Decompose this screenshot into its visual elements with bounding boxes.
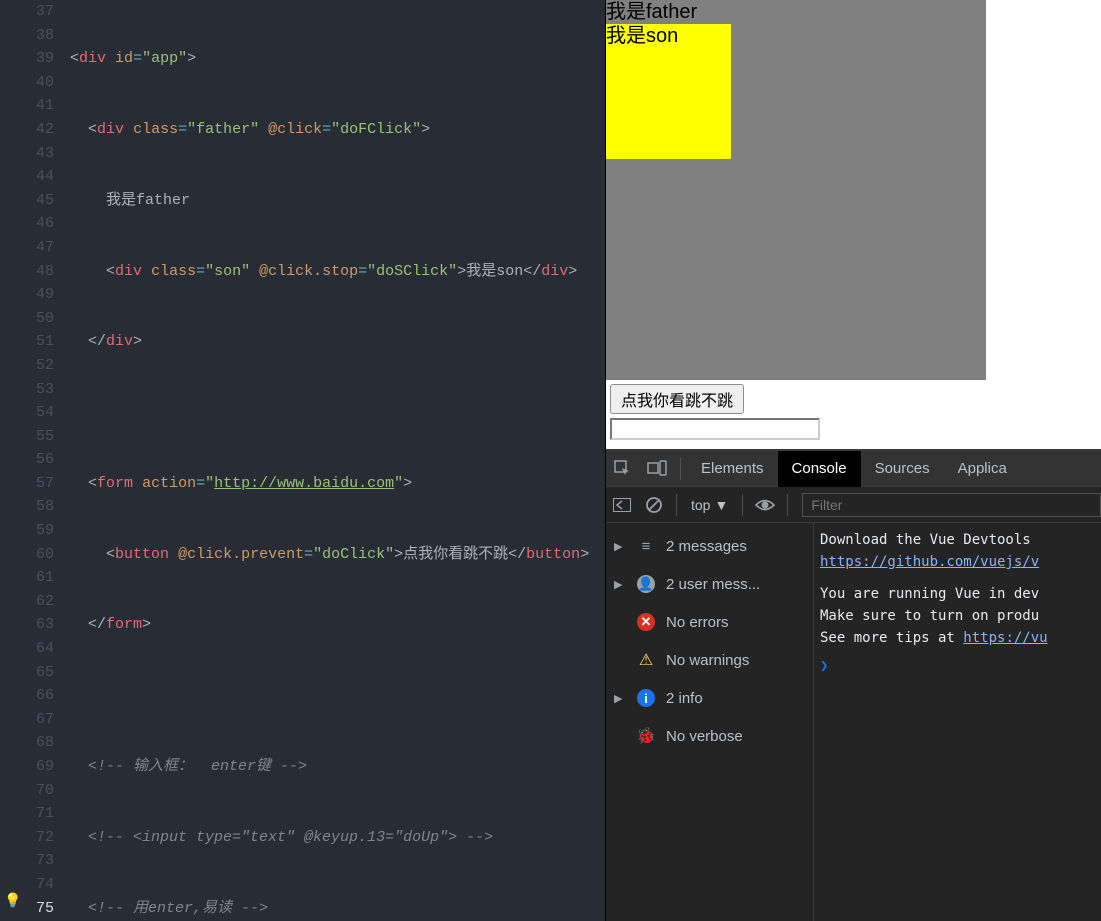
verbose-icon: 🐞 [636, 726, 656, 746]
console-prompt[interactable]: ❯ [820, 649, 1101, 677]
sidebar-row-verbose[interactable]: 🐞 No verbose [606, 717, 813, 755]
chevron-down-icon: ▼ [714, 497, 728, 513]
warnings-label: No warnings [666, 652, 749, 669]
sidebar-row-user[interactable]: ▶ 👤 2 user mess... [606, 565, 813, 603]
console-toolbar: top ▼ [606, 487, 1101, 523]
tab-application[interactable]: Applica [944, 451, 1021, 487]
line-number-gutter: 3738394041424344454647484950515253545556… [24, 0, 64, 921]
console-message: You are running Vue in dev [820, 583, 1101, 605]
messages-icon: ≡ [636, 538, 656, 555]
sidebar-row-messages[interactable]: ▶ ≡ 2 messages [606, 527, 813, 565]
verbose-label: No verbose [666, 728, 743, 745]
console-message: https://github.com/vuejs/v [820, 551, 1101, 573]
context-selector[interactable]: top ▼ [683, 497, 736, 513]
clear-console-icon[interactable] [638, 489, 670, 521]
error-icon: ✕ [636, 613, 656, 631]
sidebar-row-errors[interactable]: ✕ No errors [606, 603, 813, 641]
son-box[interactable]: 我是son [606, 24, 731, 159]
device-toggle-icon[interactable] [640, 451, 674, 487]
console-body: ▶ ≡ 2 messages ▶ 👤 2 user mess... ✕ No e… [606, 523, 1101, 921]
console-sidebar-toggle-icon[interactable] [606, 489, 638, 521]
jump-button[interactable]: 点我你看跳不跳 [610, 384, 744, 414]
user-label: 2 user mess... [666, 576, 760, 593]
sidebar-row-info[interactable]: ▶ i 2 info [606, 679, 813, 717]
console-link[interactable]: https://vu [963, 630, 1047, 646]
console-message: Download the Vue Devtools [820, 529, 1101, 551]
console-message: See more tips at https://vu [820, 627, 1101, 649]
filter-input[interactable] [802, 493, 1101, 517]
info-icon: i [636, 689, 656, 707]
glyph-margin: 💡 [0, 0, 24, 921]
console-sidebar: ▶ ≡ 2 messages ▶ 👤 2 user mess... ✕ No e… [606, 523, 814, 921]
tab-elements[interactable]: Elements [687, 451, 778, 487]
devtools-tab-bar: Elements Console Sources Applica [606, 451, 1101, 487]
console-filter [802, 493, 1101, 517]
console-link[interactable]: https://github.com/vuejs/v [820, 554, 1039, 570]
right-panel: 我是father 我是son 点我你看跳不跳 Elements Console … [605, 0, 1101, 921]
expand-icon: ▶ [614, 540, 626, 553]
info-label: 2 info [666, 690, 703, 707]
live-expression-icon[interactable] [749, 489, 781, 521]
browser-preview: 我是father 我是son 点我你看跳不跳 [606, 0, 1101, 449]
son-text: 我是son [606, 25, 678, 47]
errors-label: No errors [666, 614, 729, 631]
code-editor[interactable]: 💡 37383940414243444546474849505152535455… [0, 0, 605, 921]
expand-icon: ▶ [614, 692, 626, 705]
father-text: 我是father [606, 1, 697, 23]
console-message: Make sure to turn on produ [820, 605, 1101, 627]
father-box[interactable]: 我是father 我是son [606, 0, 986, 380]
tab-sources[interactable]: Sources [861, 451, 944, 487]
code-area[interactable]: <div id="app"> <div class="father" @clic… [64, 0, 605, 921]
devtools-panel: Elements Console Sources Applica top ▼ [606, 449, 1101, 921]
inspect-icon[interactable] [606, 451, 640, 487]
messages-label: 2 messages [666, 538, 747, 555]
sidebar-row-warnings[interactable]: ⚠ No warnings [606, 641, 813, 679]
user-icon: 👤 [636, 575, 656, 593]
search-input[interactable] [610, 418, 820, 440]
tab-console[interactable]: Console [778, 451, 861, 487]
warning-icon: ⚠ [636, 650, 656, 670]
console-output[interactable]: Download the Vue Devtools https://github… [814, 523, 1101, 921]
context-label: top [691, 497, 710, 513]
expand-icon: ▶ [614, 578, 626, 591]
lightbulb-icon[interactable]: 💡 [4, 891, 21, 915]
